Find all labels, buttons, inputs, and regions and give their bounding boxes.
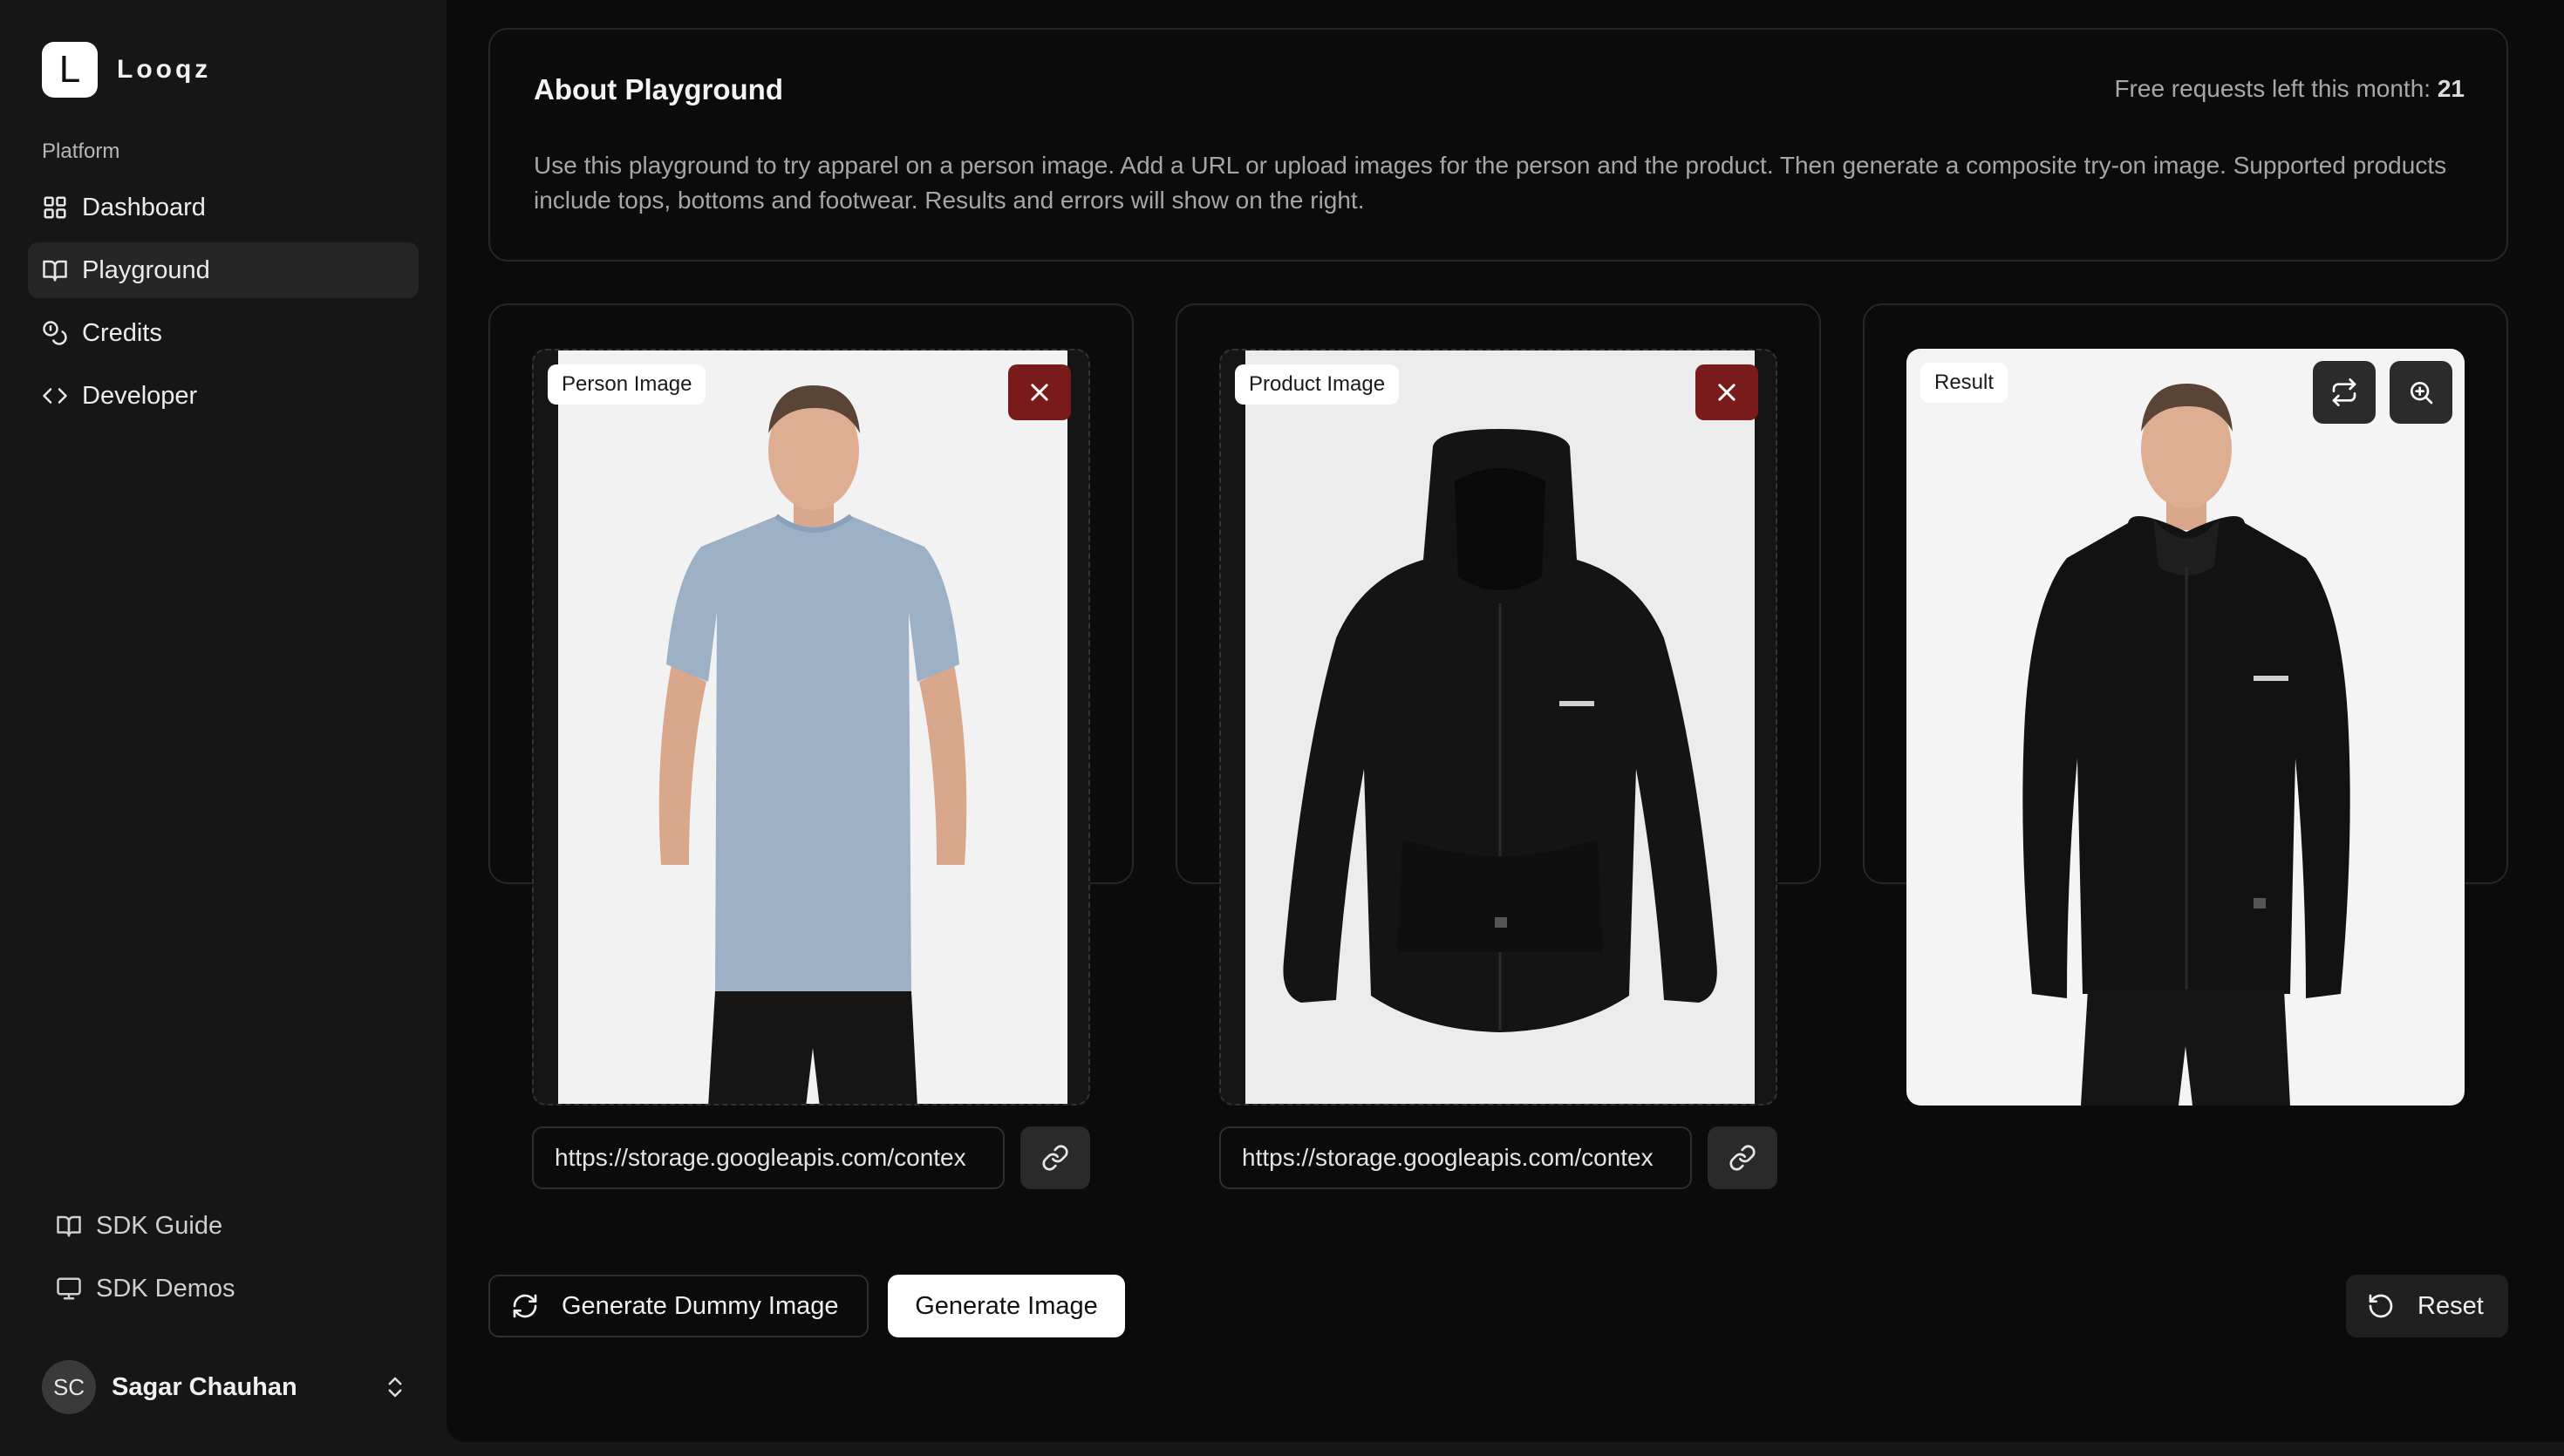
- sidebar-item-playground[interactable]: Playground: [28, 242, 419, 298]
- person-image: [558, 350, 1067, 1104]
- product-image-tag: Product Image: [1235, 364, 1400, 405]
- swap-arrows-icon: [2332, 378, 2356, 406]
- person-image-tag: Person Image: [548, 364, 706, 405]
- sidebar-item-developer[interactable]: Developer: [28, 368, 419, 424]
- sidebar-item-label: SDK Demos: [96, 1274, 235, 1303]
- person-image-dropzone[interactable]: Person Image: [532, 349, 1090, 1106]
- person-panel: Person Image: [488, 303, 1134, 1189]
- person-url-input[interactable]: [532, 1126, 1005, 1189]
- product-image-dropzone[interactable]: Product Image: [1219, 349, 1777, 1106]
- generate-dummy-image-button[interactable]: Generate Dummy Image: [488, 1275, 869, 1337]
- link-icon: [1729, 1145, 1756, 1171]
- quota-label: Free requests left this month:: [2114, 75, 2431, 102]
- user-name: Sagar Chauhan: [112, 1372, 297, 1401]
- sidebar-item-sdk-guide[interactable]: SDK Guide: [42, 1198, 408, 1254]
- sidebar-item-label: Credits: [82, 318, 162, 347]
- sidebar: L Looqz Platform Dashboard Playground Cr…: [0, 0, 447, 1456]
- sidebar-item-label: SDK Guide: [96, 1211, 223, 1240]
- generate-image-label: Generate Image: [915, 1291, 1098, 1320]
- product-url-row: [1219, 1126, 1777, 1189]
- sidebar-item-label: Developer: [82, 381, 198, 410]
- reset-label: Reset: [2417, 1291, 2484, 1320]
- about-description: Use this playground to try apparel on a …: [534, 152, 2447, 214]
- product-url-input[interactable]: [1219, 1126, 1692, 1189]
- zoom-button[interactable]: [2390, 361, 2452, 424]
- grid-icon: [44, 196, 66, 219]
- refresh-icon: [513, 1294, 537, 1318]
- avatar: SC: [42, 1360, 96, 1414]
- person-load-url-button[interactable]: [1020, 1126, 1090, 1189]
- compare-toggle-button[interactable]: [2313, 361, 2376, 424]
- brand[interactable]: L Looqz: [42, 42, 211, 98]
- product-panel: Product Image: [1176, 303, 1821, 1189]
- sidebar-item-label: Playground: [82, 255, 210, 284]
- close-icon: [1031, 384, 1048, 401]
- generate-image-button[interactable]: Generate Image: [888, 1275, 1125, 1337]
- about-title: About Playground: [534, 73, 783, 105]
- product-load-url-button[interactable]: [1708, 1126, 1777, 1189]
- sidebar-item-label: Dashboard: [82, 193, 206, 221]
- sidebar-item-credits[interactable]: Credits: [28, 305, 419, 361]
- rotate-ccw-icon: [2369, 1294, 2393, 1318]
- coins-icon: [43, 321, 67, 345]
- quota-value: 21: [2437, 75, 2465, 102]
- main-content: About Playground Free requests left this…: [447, 0, 2564, 1442]
- sidebar-nav: Dashboard Playground Credits Developer: [28, 180, 419, 431]
- book-icon: [57, 1215, 81, 1237]
- close-icon: [1718, 384, 1735, 401]
- result-image-frame: Result: [1906, 349, 2465, 1106]
- about-card: About Playground Free requests left this…: [488, 28, 2508, 262]
- result-image: [1931, 349, 2440, 1106]
- person-url-row: [532, 1126, 1090, 1189]
- sidebar-footer-nav: SDK Guide SDK Demos: [42, 1198, 408, 1323]
- sidebar-item-dashboard[interactable]: Dashboard: [28, 180, 419, 235]
- result-panel: Result: [1863, 303, 2508, 1106]
- quota-info: Free requests left this month: 21: [2114, 75, 2465, 103]
- brand-name: Looqz: [117, 55, 212, 84]
- book-icon: [43, 260, 67, 282]
- zoom-in-icon: [2411, 382, 2433, 405]
- generate-dummy-label: Generate Dummy Image: [562, 1291, 839, 1320]
- section-label-platform: Platform: [42, 139, 120, 163]
- brand-logo: L: [42, 42, 98, 98]
- monitor-icon: [57, 1277, 81, 1300]
- product-image: [1245, 350, 1755, 1104]
- reset-button[interactable]: Reset: [2346, 1275, 2508, 1337]
- link-icon: [1042, 1145, 1068, 1171]
- chevrons-up-down-icon: [388, 1377, 402, 1398]
- remove-product-image-button[interactable]: [1695, 364, 1758, 420]
- user-menu[interactable]: SC Sagar Chauhan: [42, 1360, 408, 1414]
- result-image-tag: Result: [1920, 363, 2008, 403]
- sidebar-item-sdk-demos[interactable]: SDK Demos: [42, 1261, 408, 1317]
- code-icon: [43, 388, 67, 404]
- remove-person-image-button[interactable]: [1008, 364, 1071, 420]
